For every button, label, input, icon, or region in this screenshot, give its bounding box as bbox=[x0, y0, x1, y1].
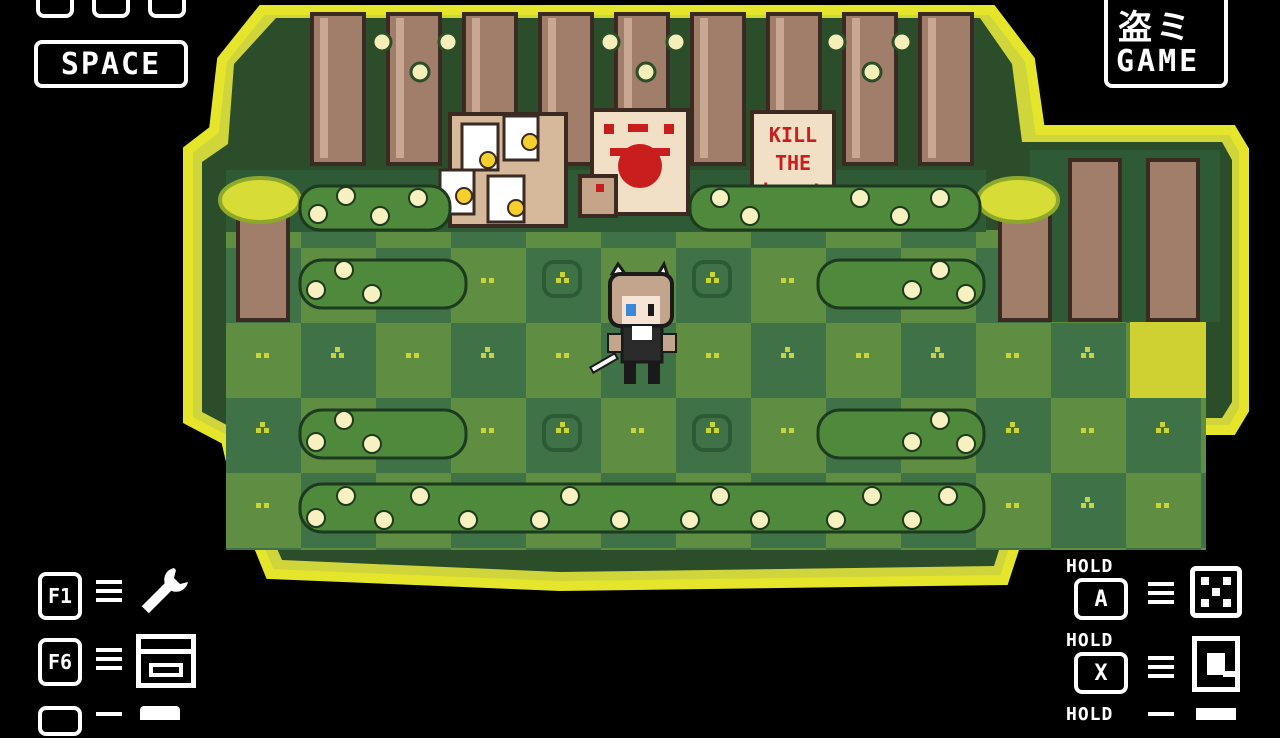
f1-key[interactable]: F1 bbox=[38, 572, 82, 620]
exit-door-icon bbox=[1192, 636, 1240, 692]
hold-x-label: HOLD bbox=[1066, 630, 1114, 651]
sign-line-2: THE bbox=[775, 151, 811, 175]
x-button-label: X bbox=[1094, 660, 1108, 686]
partial-icon bbox=[1196, 708, 1236, 720]
equals-icon bbox=[96, 648, 122, 674]
f6-key-label: F6 bbox=[47, 650, 73, 674]
equals-icon bbox=[1148, 582, 1174, 608]
partial-icon bbox=[140, 706, 180, 720]
exit-tile bbox=[1130, 322, 1206, 398]
f-key-partial bbox=[38, 706, 82, 736]
equals-icon bbox=[1148, 656, 1174, 682]
dice-icon bbox=[1190, 566, 1242, 618]
a-button-key[interactable]: A bbox=[1074, 578, 1128, 620]
hold-third-label: HOLD bbox=[1066, 704, 1114, 725]
sign-line-1: KILL bbox=[769, 123, 817, 147]
window-icon bbox=[136, 634, 196, 688]
notice-board bbox=[438, 112, 568, 228]
equals-icon bbox=[1148, 712, 1174, 738]
equals-icon bbox=[96, 712, 122, 738]
wanted-poster bbox=[578, 108, 690, 218]
a-button-label: A bbox=[1094, 586, 1108, 612]
equals-icon bbox=[96, 580, 122, 606]
f6-key[interactable]: F6 bbox=[38, 638, 82, 686]
x-button-key[interactable]: X bbox=[1074, 652, 1128, 694]
wrench-icon bbox=[134, 562, 194, 622]
hold-a-label: HOLD bbox=[1066, 556, 1114, 577]
f1-key-label: F1 bbox=[47, 584, 73, 608]
